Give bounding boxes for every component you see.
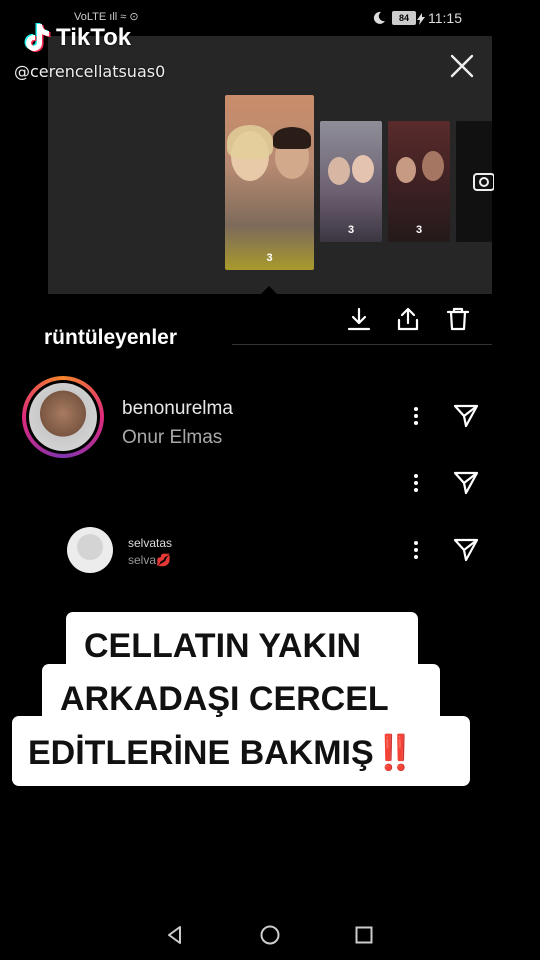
story-view-count: 3 [266,252,273,264]
home-icon[interactable] [259,924,281,946]
tiktok-logo-icon [18,20,52,54]
story-face [396,157,416,183]
viewer-username[interactable]: selvatas [128,536,172,550]
story-thumbnail-selected[interactable]: 3 [225,95,314,270]
caption-line-2: ARKADAŞI CERCEL [60,680,389,718]
camera-icon[interactable] [472,168,495,194]
viewers-title: rüntüleyenler [44,326,178,349]
story-face [328,157,350,185]
moon-icon [372,11,386,30]
viewer-username[interactable]: benonurelma [122,398,233,420]
status-signal-indicators: VoLTE ıll ≈ ⊙ [74,11,139,23]
viewer-fullname: Onur Elmas [122,427,223,448]
avatar [29,383,97,451]
tiktok-brand: TikTok [56,24,132,51]
more-vertical-icon[interactable] [413,540,419,560]
story-face [352,155,374,183]
story-view-count: 3 [415,224,423,236]
story-hair [273,127,311,149]
share-icon[interactable] [395,306,421,332]
caption-line-1: CELLATIN YAKIN [84,627,362,665]
back-icon[interactable] [164,924,186,946]
story-face [422,151,444,181]
send-icon[interactable] [453,404,479,433]
send-icon[interactable] [453,538,479,567]
send-icon[interactable] [453,471,479,500]
download-icon[interactable] [346,306,372,332]
tiktok-handle: @cerencellatsuas0 [14,62,166,81]
story-thumbnail[interactable]: 3 [320,121,382,242]
avatar-placeholder [77,534,103,560]
caption-line-3: EDİTLERİNE BAKMIŞ‼️ [28,734,417,772]
more-vertical-icon[interactable] [413,473,419,493]
close-icon[interactable] [448,52,476,80]
story-view-count: 3 [347,224,355,236]
story-thumbnail[interactable]: 3 [388,121,450,242]
charging-icon [417,12,425,30]
status-time: 11:15 [428,10,462,26]
divider [232,344,492,345]
viewer-fullname: selva💋 [128,553,171,567]
recents-icon[interactable] [353,924,375,946]
battery-indicator: 84 [392,11,416,25]
story-hair [227,125,273,159]
more-vertical-icon[interactable] [413,406,419,426]
trash-icon[interactable] [445,306,471,332]
selected-story-pointer [260,286,278,295]
